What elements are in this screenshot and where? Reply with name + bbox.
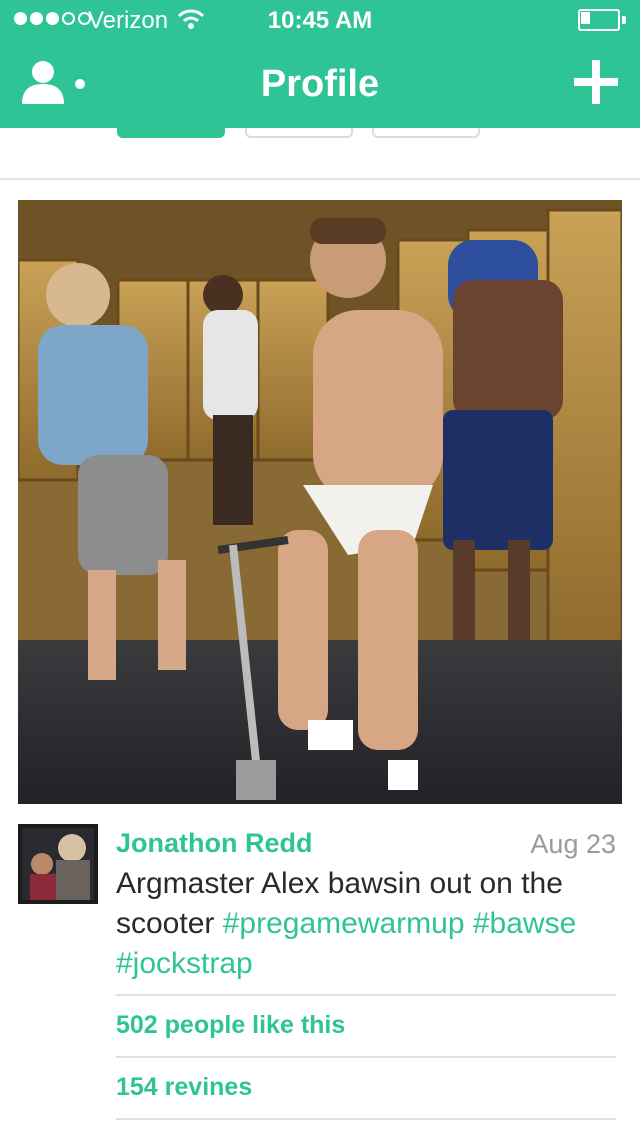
- tab-active[interactable]: [117, 128, 225, 138]
- status-bar: Verizon 10:45 AM: [0, 0, 640, 40]
- profile-tab-strip: [0, 128, 640, 180]
- author-name[interactable]: Jonathon Redd: [116, 828, 313, 859]
- divider: [116, 994, 616, 996]
- app-header: Verizon 10:45 AM Profile: [0, 0, 640, 128]
- divider: [116, 1056, 616, 1058]
- post-date: Aug 23: [530, 829, 616, 859]
- post-info: Jonathon Redd Aug 23 Argmaster Alex baws…: [18, 824, 622, 1136]
- nav-bar: Profile: [0, 40, 640, 128]
- revines-count[interactable]: 154 revines: [116, 1073, 252, 1102]
- battery-icon: [578, 9, 626, 31]
- hashtag-jockstrap[interactable]: #jockstrap: [116, 947, 253, 980]
- hashtag-bawse[interactable]: #bawse: [473, 907, 576, 940]
- divider: [116, 1118, 616, 1120]
- likes-count[interactable]: 502 people like this: [116, 1011, 345, 1040]
- author-avatar[interactable]: [18, 824, 98, 904]
- tab-third[interactable]: [372, 128, 480, 138]
- clock: 10:45 AM: [267, 7, 373, 34]
- page-title: Profile: [260, 63, 380, 105]
- post-video[interactable]: [18, 200, 622, 804]
- plus-icon[interactable]: [574, 60, 618, 104]
- post-caption: Argmaster Alex bawsin out on the scooter…: [116, 864, 616, 984]
- hashtag-pregamewarmup[interactable]: #pregamewarmup: [223, 907, 465, 940]
- tab-second[interactable]: [245, 128, 353, 138]
